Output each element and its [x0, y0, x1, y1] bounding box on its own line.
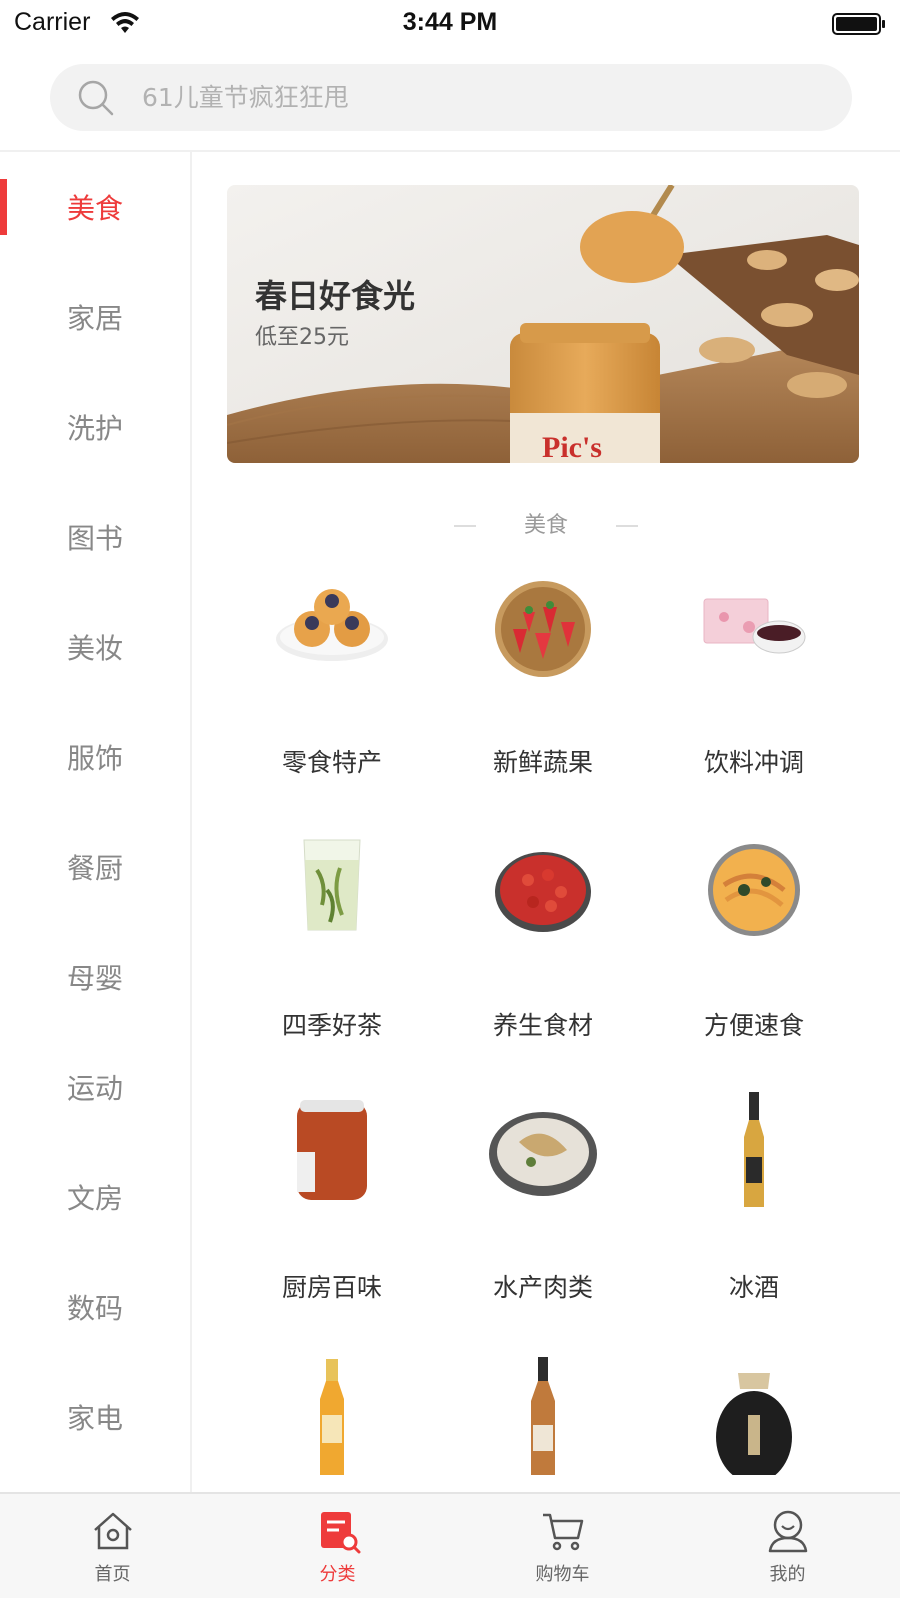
subcategory-item[interactable]: 四季好茶	[227, 810, 437, 1060]
sidebar-item-stationery[interactable]: 文房	[0, 1142, 190, 1252]
section-divider-right	[616, 525, 638, 527]
category-sidebar: 美食 家居 洗护 图书 美妆 服饰 餐厨 母婴 运动 文房 数码 家电	[0, 152, 192, 1492]
tab-label: 分类	[319, 1564, 356, 1585]
subcategory-label: 厨房百味	[281, 1273, 382, 1302]
black-liquor-jar-image	[716, 1373, 792, 1475]
subcategory-item[interactable]: 饮料冲调	[649, 547, 859, 797]
subcategory-item[interactable]: 方便速食	[649, 810, 859, 1060]
active-indicator	[0, 179, 7, 235]
sidebar-item-label: 餐厨	[66, 852, 123, 885]
sidebar-item-label: 数码	[66, 1292, 123, 1325]
subcategory-item[interactable]	[649, 1335, 859, 1492]
subcategory-label: 四季好茶	[281, 1011, 382, 1040]
tab-label: 首页	[94, 1564, 131, 1585]
category-content: Pic's 春日好食光 低至25元 美食 零食特产 新鲜蔬果 饮料冲调 四季好茶…	[192, 152, 900, 1492]
search-input[interactable]	[142, 64, 822, 131]
tab-cart[interactable]: 购物车	[450, 1494, 675, 1598]
battery-icon	[832, 13, 885, 35]
category-icon	[320, 1512, 360, 1554]
home-icon	[93, 1512, 132, 1550]
tab-home[interactable]: 首页	[0, 1494, 225, 1598]
subcategory-label: 养生食材	[492, 1011, 593, 1040]
tab-label: 我的	[769, 1564, 806, 1585]
sidebar-item-books[interactable]: 图书	[0, 482, 190, 592]
sidebar-item-label: 运动	[66, 1072, 123, 1105]
section-divider-left	[453, 525, 476, 527]
banner-subtitle: 低至25元	[255, 325, 349, 350]
subcategory-label: 冰酒	[728, 1273, 779, 1302]
sidebar-item-label: 洗护	[66, 412, 123, 445]
green-tea-glass-image	[303, 839, 361, 931]
subcategory-label: 方便速食	[703, 1011, 804, 1040]
search-bar[interactable]	[50, 64, 852, 131]
sidebar-item-label: 服饰	[66, 742, 123, 775]
sidebar-item-home[interactable]: 家居	[0, 262, 190, 372]
sidebar-item-label: 文房	[66, 1182, 123, 1215]
profile-icon	[768, 1510, 807, 1553]
sidebar-item-apparel[interactable]: 服饰	[0, 702, 190, 812]
sidebar-item-beauty[interactable]: 美妆	[0, 592, 190, 702]
sidebar-item-baby[interactable]: 母婴	[0, 922, 190, 1032]
section-header: 美食	[192, 507, 900, 539]
sidebar-item-label: 母婴	[66, 962, 123, 995]
sauce-jar-image	[297, 1100, 367, 1200]
sidebar-item-appliances[interactable]: 家电	[0, 1362, 190, 1472]
sidebar-item-care[interactable]: 洗护	[0, 372, 190, 482]
subcategory-label: 水产肉类	[492, 1273, 593, 1302]
tab-category[interactable]: 分类	[225, 1494, 450, 1598]
subcategory-label: 零食特产	[281, 748, 382, 777]
banner-title: 春日好食光	[255, 277, 416, 315]
tab-profile[interactable]: 我的	[675, 1494, 900, 1598]
subcategory-item[interactable]	[227, 1335, 437, 1492]
section-title: 美食	[523, 513, 568, 538]
sidebar-item-label: 美食	[66, 192, 123, 225]
search-icon	[78, 80, 114, 116]
subcategory-item[interactable]: 厨房百味	[227, 1072, 437, 1322]
goji-berry-bowl-image	[495, 852, 591, 932]
subcategory-item[interactable]: 水产肉类	[438, 1072, 648, 1322]
strawberry-basket-image	[495, 581, 591, 677]
banner-brand-label: Pic's	[542, 431, 602, 463]
sidebar-item-label: 图书	[66, 522, 123, 555]
subcategory-item[interactable]: 新鲜蔬果	[438, 547, 648, 797]
status-bar: Carrier 3:44 PM	[0, 0, 900, 48]
subcategory-label: 新鲜蔬果	[492, 748, 593, 777]
subcategory-item[interactable]: 零食特产	[227, 547, 437, 797]
status-time: 3:44 PM	[402, 8, 498, 36]
tab-label: 购物车	[535, 1564, 590, 1585]
subcategory-item[interactable]: 冰酒	[649, 1072, 859, 1322]
tab-bar: 首页 分类 购物车 我的	[0, 1492, 900, 1598]
sidebar-item-sports[interactable]: 运动	[0, 1032, 190, 1142]
sidebar-item-kitchen[interactable]: 餐厨	[0, 812, 190, 922]
ice-wine-bottle-image	[744, 1092, 764, 1207]
subcategory-label: 饮料冲调	[703, 748, 804, 777]
tea-box-cup-image	[703, 598, 806, 654]
sidebar-item-digital[interactable]: 数码	[0, 1252, 190, 1362]
subcategory-item[interactable]: 养生食材	[438, 810, 648, 1060]
subcategory-item[interactable]	[438, 1335, 648, 1492]
amber-bottle-image	[320, 1359, 344, 1475]
sidebar-item-label: 家电	[66, 1402, 123, 1435]
cart-icon	[542, 1513, 583, 1551]
pastry-plate-image	[276, 589, 388, 661]
sidebar-item-label: 家居	[66, 302, 123, 335]
sidebar-item-food[interactable]: 美食	[0, 152, 190, 262]
sidebar-item-label: 美妆	[66, 632, 123, 665]
fish-pot-image	[489, 1112, 597, 1196]
wine-bottle-image	[531, 1357, 555, 1475]
noodle-bowl-image	[708, 844, 800, 936]
promo-banner[interactable]: Pic's 春日好食光 低至25元	[227, 185, 859, 463]
